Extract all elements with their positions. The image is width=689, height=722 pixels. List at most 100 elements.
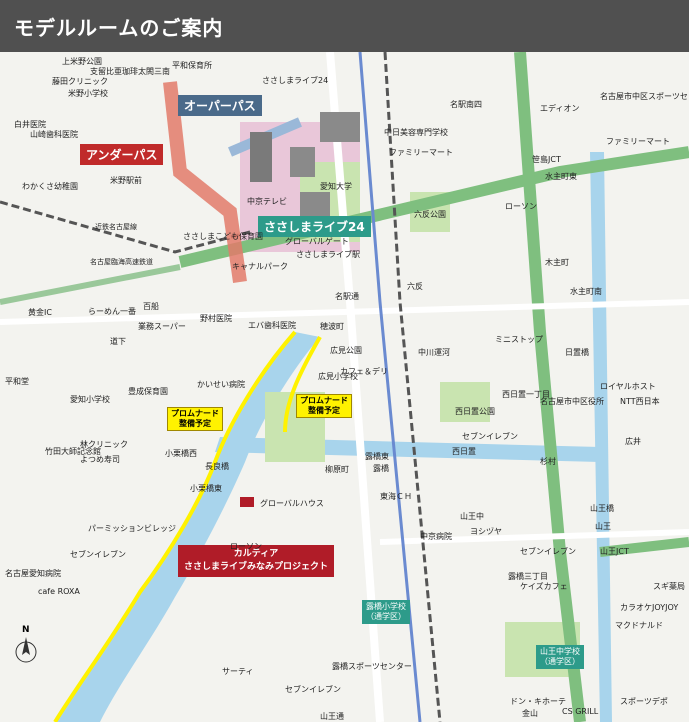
school-b-note: （通学区） <box>540 657 580 666</box>
north-label: N <box>22 625 30 635</box>
place-label: よつめ寿司 <box>80 455 120 464</box>
place-label: 長良橋 <box>205 462 229 471</box>
place-label: CS GRILL <box>562 707 599 716</box>
promenade-b-line2: 整備予定 <box>308 406 340 415</box>
place-label: セブンイレブン <box>520 547 576 556</box>
project-subtitle: ささしまライブみなみプロジェクト <box>184 562 329 572</box>
place-label: 百船 <box>143 302 159 311</box>
place-label: かいせい病院 <box>197 380 245 389</box>
place-label: 白井医院 <box>14 120 46 129</box>
sasashima-live-callout: ささしまライブ24 <box>258 216 371 237</box>
place-label: 東海ＣＨ <box>380 492 412 501</box>
place-label: 黄金IC <box>28 308 52 317</box>
place-label: ファミリーマート <box>606 137 670 146</box>
place-label: ささしまこども保育園 <box>183 232 263 241</box>
place-label: ドン・キホーテ <box>510 697 566 706</box>
place-label: 名古屋愛知病院 <box>5 569 61 578</box>
place-label: 名駅通 <box>335 292 359 301</box>
promenade-a-line1: プロムナード <box>171 409 219 418</box>
place-label: スポーツデポ <box>620 697 668 706</box>
place-label: 愛知小学校 <box>70 395 110 404</box>
place-label: らーめん一番 <box>88 307 136 316</box>
place-label: セブンイレブン <box>70 550 126 559</box>
place-label: 近鉄名古屋線 <box>95 223 137 231</box>
place-label: 米野駅前 <box>110 176 142 185</box>
promenade-a-line2: 整備予定 <box>179 419 211 428</box>
place-label: 杉村 <box>540 457 556 466</box>
place-label: 名古屋市中区役所 <box>540 397 604 406</box>
place-label: 山崎歯科医院 <box>30 130 78 139</box>
building-sasashima <box>290 147 315 177</box>
place-label: 山王橋 <box>590 504 614 513</box>
building-project <box>240 497 254 507</box>
place-label: 平和堂 <box>5 377 29 386</box>
place-label: ローソン <box>505 202 537 211</box>
place-label: 西日置公園 <box>455 407 495 416</box>
place-label: 小栗橋西 <box>165 449 197 458</box>
place-label: 中京テレビ <box>247 197 287 206</box>
place-label: 山王 <box>595 522 611 531</box>
place-label: 山王中 <box>460 512 484 521</box>
canal-east <box>590 152 612 722</box>
place-label: 柳原町 <box>325 465 349 474</box>
map-area[interactable]: オーパーパス アンダーパス ささしまライブ24 プロムナード 整備予定 プロムナ… <box>0 52 689 722</box>
place-label: 米野小学校 <box>68 89 108 98</box>
place-label: 野村医院 <box>200 314 232 323</box>
place-label: ヨシヅヤ <box>470 527 502 536</box>
page-title: モデルルームのご案内 <box>14 16 224 40</box>
place-label: 六反 <box>407 282 423 291</box>
place-label: カフェ＆デリ <box>340 367 388 376</box>
place-label: cafe ROXA <box>38 587 80 596</box>
place-label: エバ歯科医院 <box>248 321 296 330</box>
header-bar: モデルルームのご案内 <box>0 0 689 52</box>
place-label: 笹島JCT <box>532 155 561 164</box>
school-b-label: 山王中学校 （通学区） <box>536 645 584 669</box>
place-label: 支留比亜珈琲 <box>90 67 138 76</box>
place-label: カラオケJOYJOY <box>620 603 679 612</box>
place-label: スギ薬局 <box>653 582 685 591</box>
place-label: 中日美容専門学校 <box>384 128 448 137</box>
place-label: 六反公園 <box>414 210 446 219</box>
place-label: 露橋東 <box>365 452 389 461</box>
school-a-note: （通学区） <box>366 612 406 621</box>
place-label: セブンイレブン <box>285 685 341 694</box>
place-label: NTT西日本 <box>620 397 660 406</box>
overpass-callout: オーパーパス <box>178 95 262 116</box>
highway-west <box>0 264 181 305</box>
school-a-name: 露橋小学校 <box>366 602 406 611</box>
place-label: 露橋 <box>373 464 389 473</box>
place-label: 中京病院 <box>420 532 452 541</box>
place-label: 中川運河 <box>418 348 450 357</box>
school-b-name: 山王中学校 <box>540 647 580 656</box>
place-label: セブンイレブン <box>462 432 518 441</box>
place-label: 平和保育所 <box>172 61 212 70</box>
place-label: ローソン <box>230 542 262 551</box>
place-label: 穂波町 <box>320 322 344 331</box>
place-label: ミニストップ <box>495 335 543 344</box>
place-label: 西日置 <box>452 447 476 456</box>
place-label: 金山 <box>522 709 538 718</box>
place-label: ささしまライブ駅 <box>296 250 360 259</box>
place-label: 小栗橋東 <box>190 484 222 493</box>
place-label: 山王JCT <box>600 547 629 556</box>
place-label: 水主町南 <box>570 287 602 296</box>
place-label: ケイズカフェ <box>520 582 568 591</box>
north-arrow-icon: N <box>15 625 37 667</box>
place-label: 広井 <box>625 437 641 446</box>
place-label: キャナルパーク <box>232 262 288 271</box>
underpass-callout: アンダーパス <box>80 144 164 165</box>
place-label: ファミリーマート <box>389 148 453 157</box>
place-label: ロイヤルホスト <box>600 382 656 391</box>
place-label: 山王通 <box>320 712 344 721</box>
building-global-gate <box>250 132 272 182</box>
place-label: 業務スーパー <box>138 322 186 331</box>
place-label: エディオン <box>540 104 580 113</box>
place-label: 道下 <box>110 337 126 346</box>
place-label: 木主町 <box>545 258 569 267</box>
place-label: 名古屋臨海高速鉄道 <box>90 258 153 266</box>
place-label: 広見公園 <box>330 346 362 355</box>
building-aichi-univ <box>320 112 360 142</box>
school-a-label: 露橋小学校 （通学区） <box>362 600 410 624</box>
place-label: 上米野公園 <box>62 57 102 66</box>
place-label: 林クリニック <box>80 440 128 449</box>
